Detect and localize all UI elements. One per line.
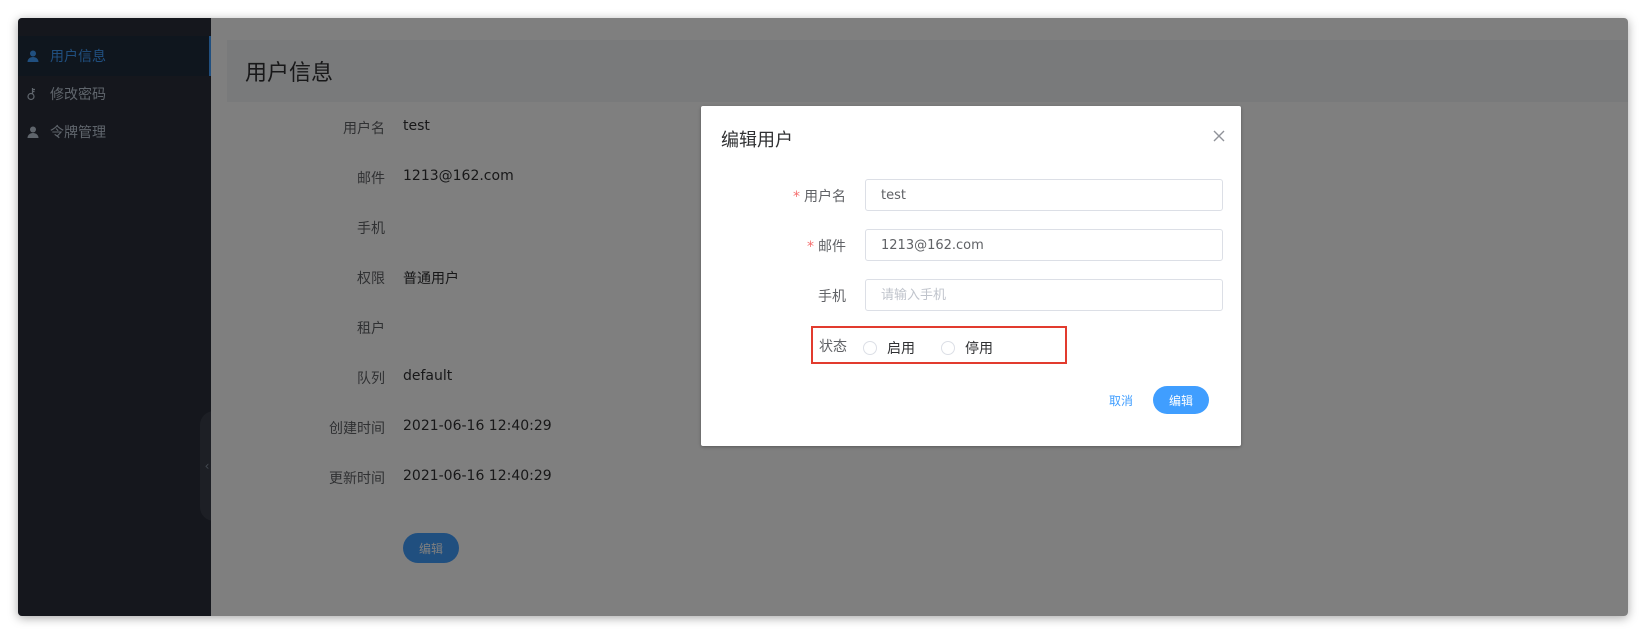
form-row-username: * 用户名 xyxy=(701,179,1241,211)
radio-disable[interactable]: 停用 xyxy=(941,338,993,358)
required-mark: * xyxy=(807,239,814,255)
radio-label: 停用 xyxy=(965,341,993,357)
status-label: 状态 xyxy=(819,339,847,355)
status-highlight-box: 状态 启用 停用 xyxy=(811,326,1067,364)
form-label: 手机 xyxy=(818,289,846,305)
form-label: * 邮件 xyxy=(807,239,846,255)
app-window: 用户信息 修改密码 令牌管理 ‹ 用户信息 用户名 test 邮件 1213@1… xyxy=(18,18,1628,616)
form-label: * 用户名 xyxy=(793,189,846,205)
close-icon[interactable] xyxy=(1211,128,1227,144)
radio-enable[interactable]: 启用 xyxy=(863,338,915,358)
email-input[interactable] xyxy=(865,229,1223,261)
radio-label: 启用 xyxy=(887,341,915,357)
form-row-phone: 手机 xyxy=(701,279,1241,311)
radio-circle[interactable] xyxy=(863,341,877,355)
dialog-title: 编辑用户 xyxy=(721,130,793,151)
edit-user-dialog: 编辑用户 *用户名 *邮件 手机 状态 启用 停用 取 xyxy=(701,106,1241,446)
cancel-button[interactable]: 取消 xyxy=(1091,386,1151,414)
confirm-edit-button[interactable]: 编辑 xyxy=(1153,386,1209,414)
radio-circle[interactable] xyxy=(941,341,955,355)
phone-input[interactable] xyxy=(865,279,1223,311)
form-row-email: * 邮件 xyxy=(701,229,1241,261)
username-input[interactable] xyxy=(865,179,1223,211)
required-mark: * xyxy=(793,189,800,205)
